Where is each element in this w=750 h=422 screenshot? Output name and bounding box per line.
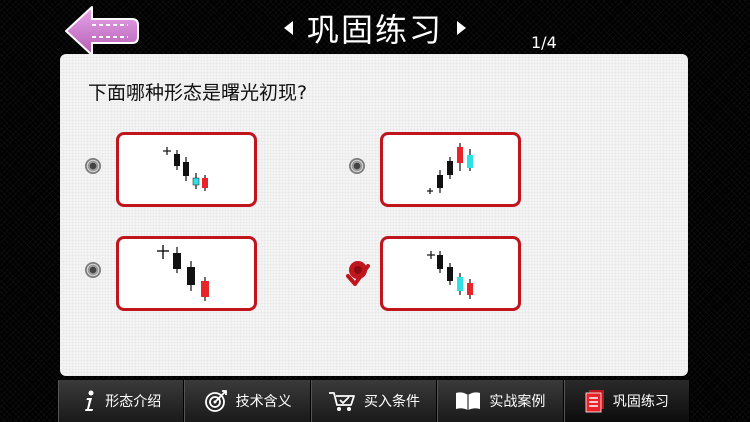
tab-label: 实战案例 (489, 394, 546, 410)
candle-a5 (202, 178, 208, 188)
tab-label: 巩固练习 (612, 394, 669, 410)
page-title: 巩固练习 (306, 11, 443, 49)
candlestick-pattern-c (157, 245, 209, 301)
tab-technical-meaning[interactable]: 技术含义 (184, 380, 311, 422)
target-icon (204, 390, 227, 412)
option-a-chart[interactable] (116, 132, 257, 207)
page-counter: 1/4 (531, 33, 557, 52)
candle-d5 (467, 283, 473, 295)
candle-b5 (467, 155, 473, 168)
option-d-chart[interactable] (380, 236, 521, 311)
notes-icon (585, 390, 604, 413)
candlestick-pattern-b (427, 143, 473, 194)
question-text: 下面哪种形态是曙光初现? (88, 82, 308, 104)
option-a-radio[interactable] (85, 158, 101, 174)
next-page-icon[interactable] (457, 21, 466, 35)
bottom-tab-bar: 形态介绍 技术含义 买入条件 实战案例 巩固练习 (58, 380, 691, 422)
candle-a2 (174, 154, 180, 166)
tab-label: 形态介绍 (105, 394, 162, 410)
candle-c4 (201, 281, 209, 297)
option-c-chart[interactable] (116, 236, 257, 311)
candle-b2 (437, 175, 443, 188)
selected-check-icon[interactable] (346, 260, 370, 286)
candlestick-pattern-a (163, 147, 208, 191)
tab-label: 买入条件 (364, 394, 421, 410)
info-icon (85, 390, 94, 411)
candlestick-pattern-d (427, 251, 473, 299)
candle-b3 (447, 161, 453, 175)
tab-buy-conditions[interactable]: 买入条件 (310, 380, 438, 422)
tab-label: 技术含义 (235, 394, 292, 410)
cart-icon (329, 392, 355, 411)
candle-b4 (457, 147, 463, 163)
book-icon (456, 392, 481, 410)
candle-d3 (447, 267, 453, 281)
candle-d2 (437, 255, 443, 269)
candle-d4 (457, 277, 463, 291)
title-bar: 巩固练习 (0, 6, 750, 50)
prev-page-icon[interactable] (283, 21, 293, 35)
candle-a3 (183, 162, 189, 176)
candle-c2 (173, 253, 181, 269)
candle-c3 (187, 267, 195, 285)
option-c-radio[interactable] (85, 262, 101, 278)
tab-case-studies[interactable]: 实战案例 (437, 380, 564, 422)
candle-a4 (192, 177, 200, 186)
option-b-radio[interactable] (349, 158, 365, 174)
tab-pattern-intro[interactable]: 形态介绍 (58, 380, 185, 422)
option-b-chart[interactable] (380, 132, 521, 207)
question-panel: 下面哪种形态是曙光初现? (60, 54, 688, 376)
tab-practice[interactable]: 巩固练习 (563, 380, 691, 422)
